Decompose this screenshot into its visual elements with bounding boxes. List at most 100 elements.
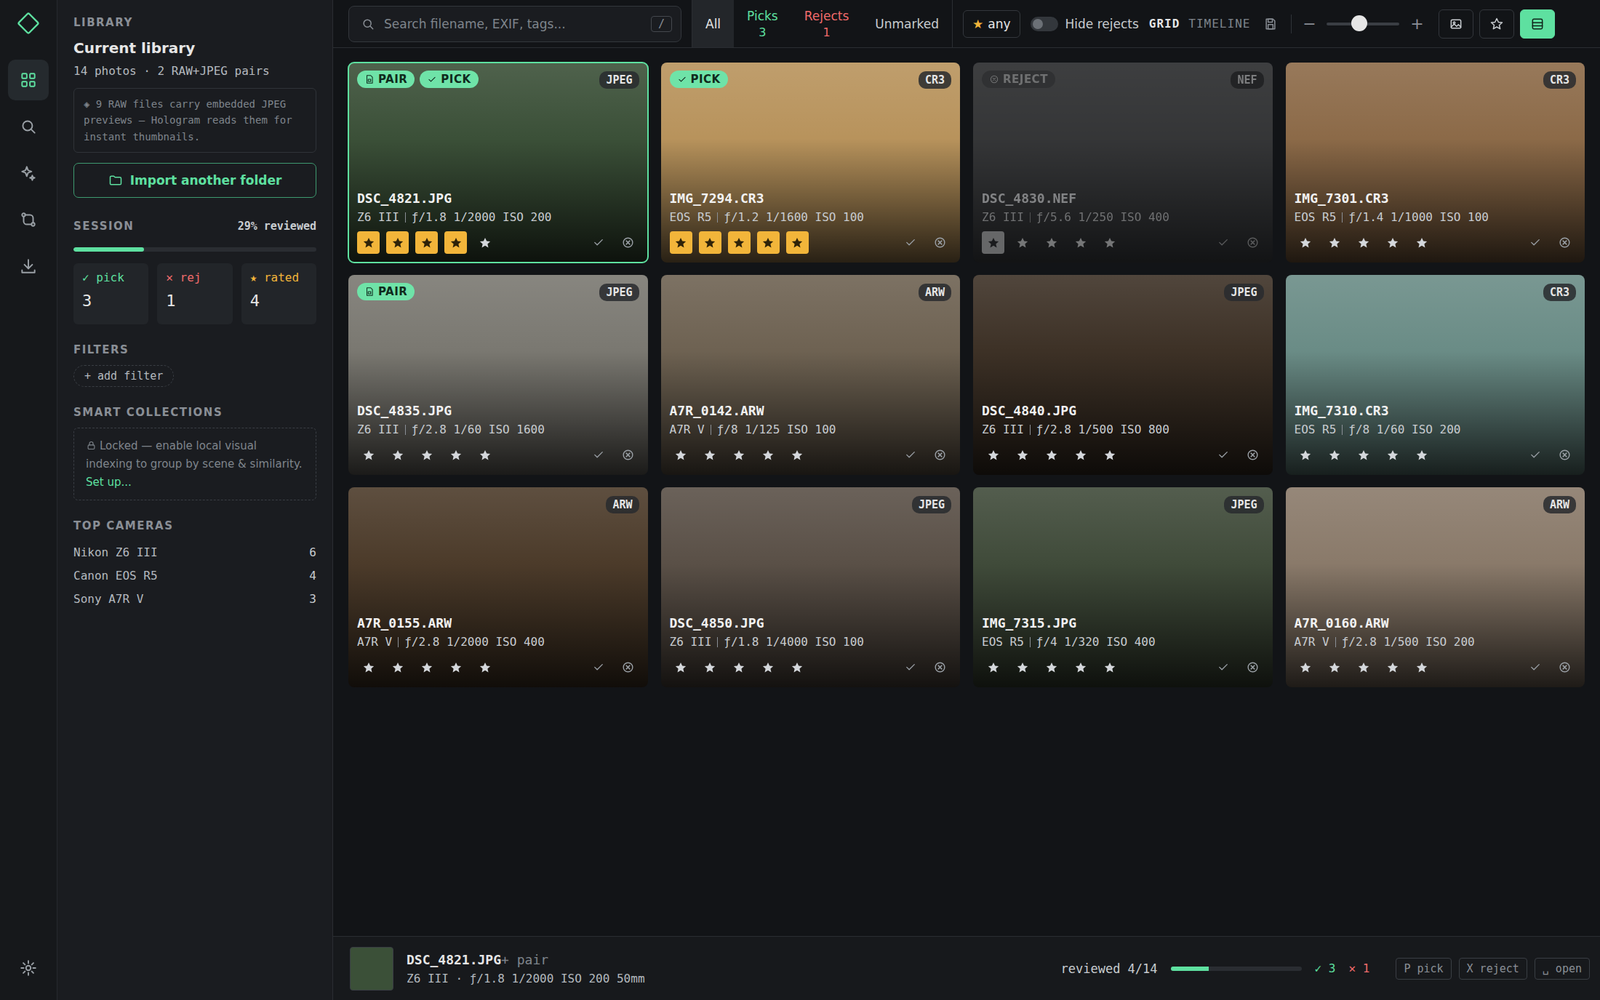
star[interactable] (386, 231, 409, 254)
star-rating[interactable] (357, 443, 496, 467)
star[interactable] (1294, 231, 1318, 254)
pick-button[interactable] (1216, 235, 1230, 250)
star[interactable] (981, 231, 1005, 254)
star[interactable] (1040, 231, 1063, 254)
star[interactable] (473, 231, 496, 254)
star[interactable] (473, 656, 496, 679)
star[interactable] (698, 231, 722, 254)
pick-button[interactable] (904, 660, 918, 675)
star[interactable] (386, 656, 409, 679)
star[interactable] (757, 231, 780, 254)
view-tab[interactable]: GRID (1149, 16, 1181, 31)
rail-item[interactable] (8, 152, 49, 194)
filter-tab[interactable]: All (692, 0, 734, 48)
photo-card[interactable]: JPEG DSC_4850.JPG Z6 IIIƒ/1.8 1/4000 ISO… (661, 487, 961, 688)
pick-button[interactable] (592, 235, 606, 250)
star[interactable] (669, 656, 693, 679)
star[interactable] (386, 443, 409, 467)
star[interactable] (1010, 231, 1034, 254)
star[interactable] (1323, 656, 1347, 679)
pick-button[interactable] (1528, 660, 1542, 675)
view-mode-button[interactable] (1520, 9, 1555, 39)
star[interactable] (786, 443, 809, 467)
reject-button[interactable] (621, 660, 635, 675)
star[interactable] (1410, 443, 1434, 467)
star[interactable] (1010, 656, 1034, 679)
rail-item[interactable] (8, 199, 49, 240)
rating-filter[interactable]: ★any (962, 10, 1021, 38)
photo-card[interactable]: PAIR PICK JPEG DSC_4821.JPG Z6 IIIƒ/1.8 … (348, 62, 648, 263)
star[interactable] (1381, 656, 1405, 679)
star[interactable] (357, 231, 380, 254)
pick-button[interactable] (1216, 660, 1230, 675)
zoom-out-button[interactable]: − (1301, 14, 1317, 33)
star[interactable] (757, 656, 780, 679)
star[interactable] (415, 443, 438, 467)
reject-button[interactable] (1245, 660, 1260, 675)
photo-card[interactable]: JPEG IMG_7315.JPG EOS R5ƒ/4 1/320 ISO 40… (973, 487, 1273, 688)
star[interactable] (669, 231, 693, 254)
star[interactable] (786, 231, 809, 254)
camera-row[interactable]: Nikon Z6 III6 (73, 541, 317, 565)
star[interactable] (415, 231, 438, 254)
star-rating[interactable] (981, 231, 1121, 254)
star-rating[interactable] (669, 443, 809, 467)
photo-card[interactable]: JPEG DSC_4840.JPG Z6 IIIƒ/2.8 1/500 ISO … (973, 274, 1273, 475)
logo[interactable] (13, 8, 43, 38)
zoom-in-button[interactable]: + (1409, 14, 1424, 33)
star[interactable] (1381, 443, 1405, 467)
star[interactable] (357, 443, 380, 467)
star[interactable] (981, 656, 1005, 679)
pick-button[interactable] (904, 448, 918, 462)
star[interactable] (786, 656, 809, 679)
pick-button[interactable] (1528, 448, 1542, 462)
star[interactable] (698, 443, 722, 467)
star[interactable] (1381, 231, 1405, 254)
filter-tab[interactable]: Unmarked (861, 0, 952, 48)
star[interactable] (1040, 443, 1063, 467)
reject-button[interactable] (1557, 235, 1572, 250)
camera-row[interactable]: Sony A7R V3 (73, 587, 317, 611)
photo-card[interactable]: REJECT NEF DSC_4830.NEF Z6 IIIƒ/5.6 1/25… (973, 62, 1273, 263)
star[interactable] (1352, 231, 1376, 254)
save-button[interactable] (1260, 13, 1281, 35)
pick-button[interactable] (1216, 448, 1230, 462)
star[interactable] (1294, 443, 1318, 467)
star[interactable] (1069, 443, 1092, 467)
zoom-slider[interactable] (1326, 22, 1400, 26)
star[interactable] (1098, 231, 1121, 254)
star[interactable] (1069, 231, 1092, 254)
setup-link[interactable]: Set up... (85, 475, 132, 489)
photo-card[interactable]: ARW A7R_0155.ARW A7R Vƒ/2.8 1/2000 ISO 4… (348, 487, 648, 688)
reject-button[interactable] (1557, 448, 1572, 462)
add-filter-button[interactable]: + add filter (73, 365, 174, 387)
pick-button[interactable] (592, 448, 606, 462)
star[interactable] (1323, 231, 1347, 254)
camera-row[interactable]: Canon EOS R54 (73, 564, 317, 588)
star-rating[interactable] (669, 231, 809, 254)
star-rating[interactable] (1294, 443, 1434, 467)
star[interactable] (698, 656, 722, 679)
search-field[interactable]: Search filename, EXIF, tags... / (348, 5, 682, 43)
reject-button[interactable] (1245, 235, 1260, 250)
star[interactable] (1352, 443, 1376, 467)
star[interactable] (728, 443, 751, 467)
star[interactable] (444, 443, 467, 467)
pick-button[interactable] (904, 235, 918, 250)
star[interactable] (415, 656, 438, 679)
star[interactable] (728, 656, 751, 679)
reject-button[interactable] (933, 660, 947, 675)
import-button[interactable]: Import another folder (73, 162, 317, 198)
rail-item[interactable] (8, 106, 49, 147)
star[interactable] (1098, 656, 1121, 679)
pick-button[interactable] (1528, 235, 1542, 250)
photo-card[interactable]: PAIR JPEG DSC_4835.JPG Z6 IIIƒ/2.8 1/60 … (348, 274, 648, 475)
reject-button[interactable] (1245, 448, 1260, 462)
star-rating[interactable] (981, 656, 1121, 679)
star-rating[interactable] (981, 443, 1121, 467)
filter-tab[interactable]: Rejects 1 (791, 0, 863, 48)
view-mode-button[interactable] (1438, 9, 1474, 39)
reject-button[interactable] (621, 448, 635, 462)
filter-tab[interactable]: Picks 3 (733, 0, 792, 48)
star[interactable] (1410, 656, 1434, 679)
